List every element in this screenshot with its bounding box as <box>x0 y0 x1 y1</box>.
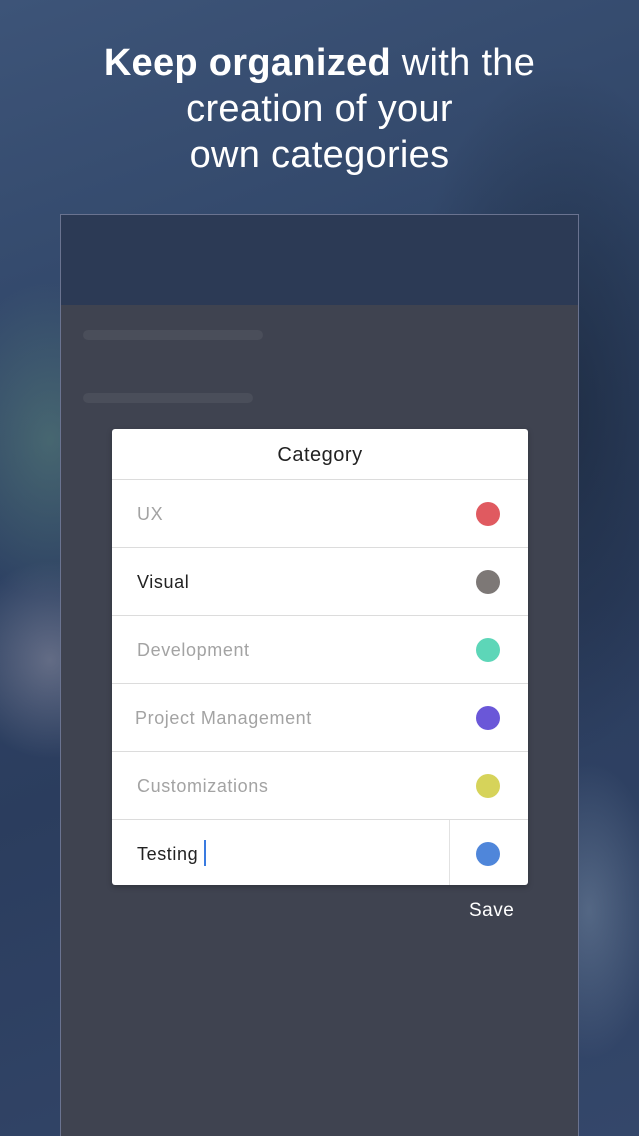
category-row-development[interactable]: Development <box>112 616 528 684</box>
color-dot[interactable] <box>476 502 500 526</box>
category-row-visual[interactable]: Visual <box>112 548 528 616</box>
headline-rest: with the <box>390 42 536 84</box>
app-screen: Keep organized with the creation of your… <box>0 0 639 1136</box>
headline-line-3: own categories <box>189 134 450 176</box>
category-name-input[interactable]: Testing <box>137 820 207 885</box>
headline-line-2: creation of your <box>186 88 453 130</box>
category-input-value: Testing <box>137 844 199 864</box>
category-label: Visual <box>137 572 190 592</box>
headline-bold: Keep organized <box>103 42 391 84</box>
category-dialog: Category UX Visual Development Project M… <box>112 429 528 885</box>
device-nav-bar <box>61 215 578 305</box>
faint-placeholder <box>83 393 253 403</box>
category-row-testing[interactable]: Testing <box>112 820 528 885</box>
category-row-ux[interactable]: UX <box>112 480 528 548</box>
promo-headline: Keep organized with the creation of your… <box>0 40 639 178</box>
category-label: Project Management <box>135 708 312 728</box>
category-row-project-management[interactable]: Project Management <box>112 684 528 752</box>
dialog-title: Category <box>112 429 528 480</box>
faint-placeholder <box>83 330 263 340</box>
text-cursor <box>204 840 207 867</box>
color-dot[interactable] <box>476 774 500 798</box>
category-label: Development <box>137 640 250 660</box>
color-dot[interactable] <box>476 706 500 730</box>
category-label: UX <box>137 504 164 524</box>
category-label: Customizations <box>137 776 269 796</box>
color-dot[interactable] <box>476 570 500 594</box>
divider <box>449 820 450 885</box>
color-dot[interactable] <box>476 638 500 662</box>
color-picker-dot[interactable] <box>476 842 500 866</box>
save-button[interactable]: Save <box>469 900 514 922</box>
category-row-customizations[interactable]: Customizations <box>112 752 528 820</box>
headline-line-1: Keep organized with the <box>0 40 639 86</box>
